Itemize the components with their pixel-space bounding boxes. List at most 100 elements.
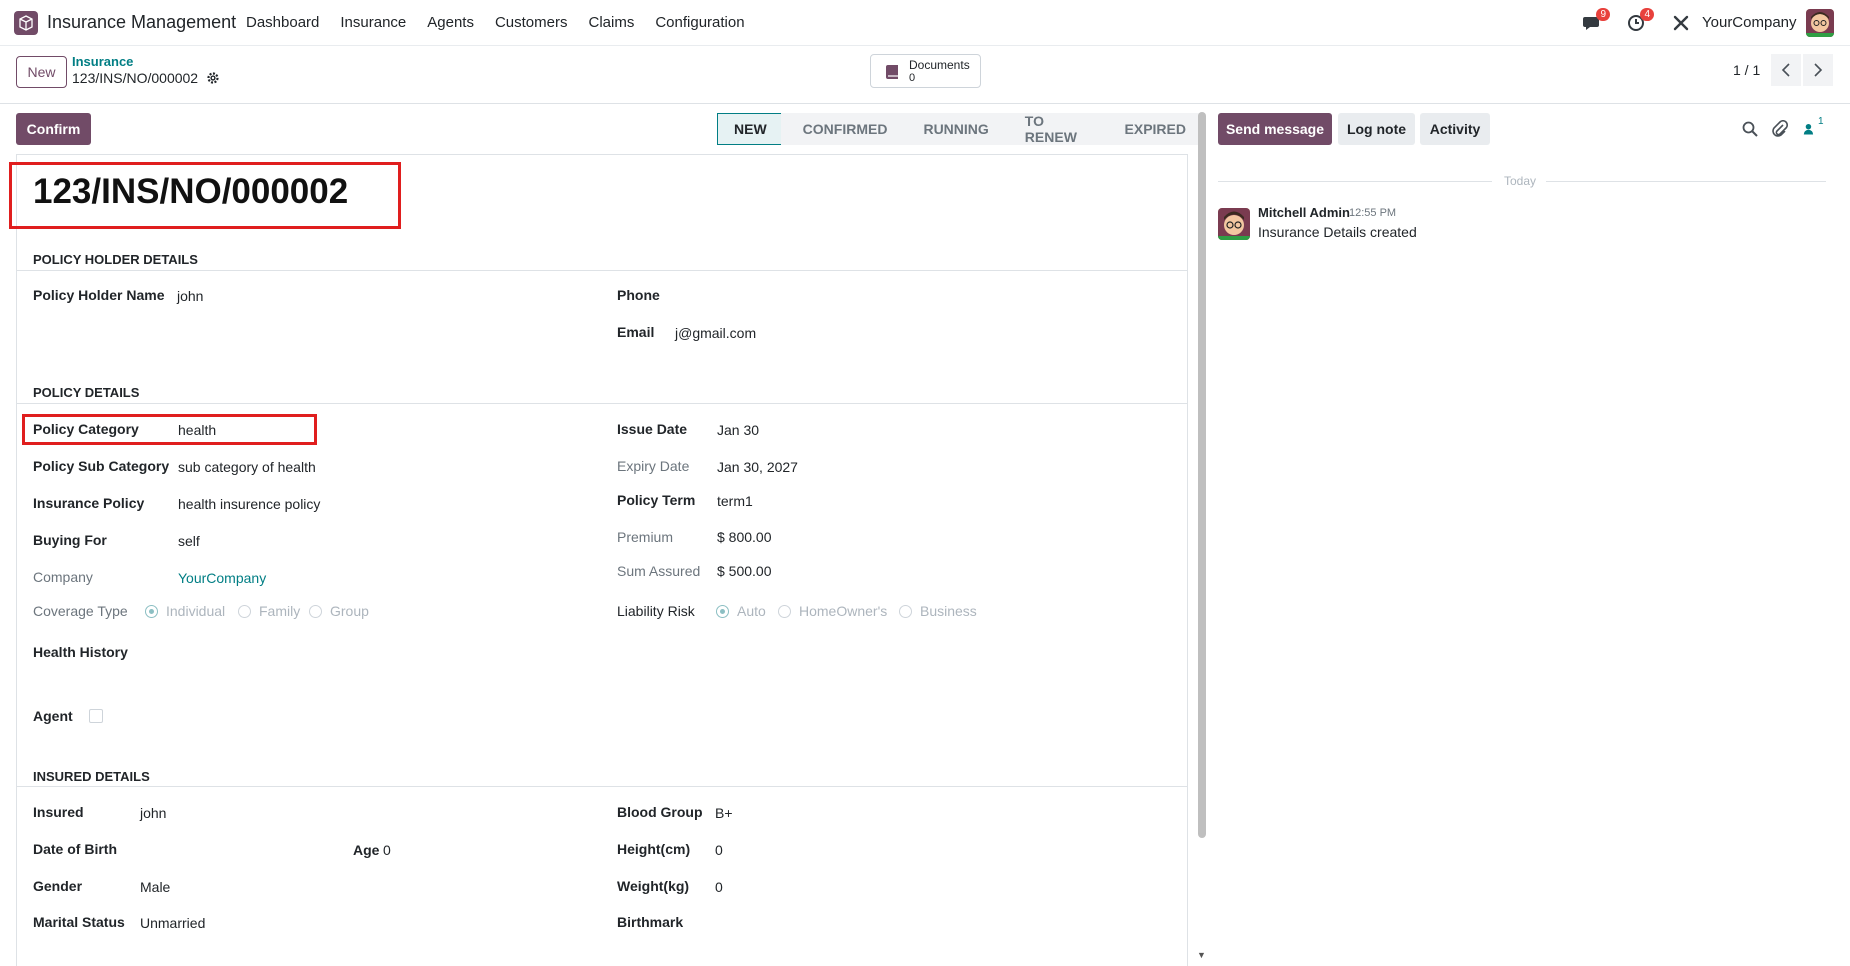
user-avatar[interactable] bbox=[1806, 9, 1834, 37]
stage-pipeline: NEW CONFIRMED RUNNING TO RENEW EXPIRED bbox=[717, 113, 1200, 145]
issue-date-label: Issue Date bbox=[617, 421, 688, 437]
pager-next-button[interactable] bbox=[1803, 54, 1833, 86]
insured-field[interactable]: john bbox=[140, 805, 166, 821]
menu-claims[interactable]: Claims bbox=[589, 14, 635, 31]
buying-for-label: Buying For bbox=[33, 532, 107, 548]
activities-icon[interactable]: 4 bbox=[1626, 8, 1654, 34]
tools-icon[interactable] bbox=[1670, 12, 1692, 34]
sum-assured-field[interactable]: $ 500.00 bbox=[717, 563, 772, 579]
policy-sub-category-field[interactable]: sub category of health bbox=[178, 459, 316, 475]
liability-auto-label[interactable]: Auto bbox=[737, 603, 766, 619]
height-field[interactable]: 0 bbox=[715, 842, 723, 858]
top-navbar: Insurance Management Dashboard Insurance… bbox=[0, 0, 1850, 46]
age-label: Age bbox=[353, 842, 380, 858]
premium-field[interactable]: $ 800.00 bbox=[717, 529, 772, 545]
date-divider-right bbox=[1546, 181, 1826, 182]
messages-icon[interactable]: 9 bbox=[1582, 8, 1610, 34]
confirm-button[interactable]: Confirm bbox=[16, 113, 91, 145]
liability-homeowners-radio[interactable] bbox=[778, 605, 791, 618]
weight-field[interactable]: 0 bbox=[715, 879, 723, 895]
weight-label: Weight(kg) bbox=[617, 878, 690, 894]
message-author[interactable]: Mitchell Admin bbox=[1258, 205, 1350, 220]
liability-homeowners-label[interactable]: HomeOwner's bbox=[799, 603, 887, 619]
pager-previous-button[interactable] bbox=[1771, 54, 1801, 86]
menu-dashboard[interactable]: Dashboard bbox=[246, 14, 319, 31]
menu-insurance[interactable]: Insurance bbox=[340, 14, 406, 31]
date-divider-left bbox=[1218, 181, 1492, 182]
health-history-label: Health History bbox=[33, 644, 128, 660]
stage-to-renew[interactable]: TO RENEW bbox=[1002, 113, 1103, 145]
documents-label: Documents bbox=[909, 58, 970, 72]
pager-value[interactable]: 1 / 1 bbox=[1733, 62, 1760, 78]
message-author-avatar[interactable] bbox=[1218, 208, 1250, 240]
liability-business-label[interactable]: Business bbox=[920, 603, 977, 619]
menu-customers[interactable]: Customers bbox=[495, 14, 568, 31]
coverage-family-label[interactable]: Family bbox=[259, 603, 300, 619]
company-field[interactable]: YourCompany bbox=[178, 570, 266, 586]
agent-checkbox[interactable] bbox=[89, 709, 103, 723]
expiry-date-label: Expiry Date bbox=[617, 458, 690, 474]
gender-label: Gender bbox=[33, 878, 83, 894]
coverage-group-radio[interactable] bbox=[309, 605, 322, 618]
app-name[interactable]: Insurance Management bbox=[47, 12, 236, 33]
birthmark-field[interactable] bbox=[715, 915, 915, 933]
app-icon[interactable] bbox=[14, 11, 38, 35]
book-icon bbox=[886, 65, 898, 79]
date-of-birth-field[interactable] bbox=[140, 842, 340, 860]
coverage-individual-radio[interactable] bbox=[145, 605, 158, 618]
company-switcher[interactable]: YourCompany bbox=[1702, 14, 1797, 31]
log-note-button[interactable]: Log note bbox=[1338, 113, 1415, 145]
issue-date-field[interactable]: Jan 30 bbox=[717, 422, 759, 438]
form-scrollbar[interactable] bbox=[1198, 112, 1206, 838]
phone-field[interactable] bbox=[675, 288, 875, 306]
marital-status-field[interactable]: Unmarried bbox=[140, 915, 205, 931]
insured-label: Insured bbox=[33, 804, 84, 820]
chevron-right-icon bbox=[1814, 63, 1823, 77]
phone-label: Phone bbox=[617, 287, 660, 303]
marital-status-label: Marital Status bbox=[33, 914, 125, 930]
blood-group-field[interactable]: B+ bbox=[715, 805, 733, 821]
birthmark-label: Birthmark bbox=[617, 914, 684, 930]
breadcrumb-current: 123/INS/NO/000002 bbox=[72, 70, 199, 86]
coverage-family-radio[interactable] bbox=[238, 605, 251, 618]
expiry-date-field[interactable]: Jan 30, 2027 bbox=[717, 459, 798, 475]
stage-new[interactable]: NEW bbox=[717, 113, 781, 145]
coverage-individual-label[interactable]: Individual bbox=[166, 603, 225, 619]
highlight-title-box bbox=[9, 162, 401, 229]
documents-count: 0 bbox=[909, 72, 916, 84]
main-menu: Dashboard Insurance Agents Customers Cla… bbox=[246, 14, 766, 31]
breadcrumb-parent[interactable]: Insurance bbox=[72, 54, 133, 69]
new-button[interactable]: New bbox=[16, 56, 67, 88]
menu-configuration[interactable]: Configuration bbox=[655, 14, 744, 31]
policy-holder-name-label: Policy Holder Name bbox=[33, 287, 165, 303]
search-icon[interactable] bbox=[1741, 120, 1759, 138]
scroll-down-icon[interactable]: ▼ bbox=[1197, 950, 1206, 960]
followers-icon[interactable]: 1 bbox=[1803, 116, 1824, 138]
premium-label: Premium bbox=[617, 529, 674, 545]
gender-field[interactable]: Male bbox=[140, 879, 170, 895]
liability-auto-radio[interactable] bbox=[716, 605, 729, 618]
gear-icon[interactable] bbox=[206, 71, 220, 85]
control-panel: New Insurance 123/INS/NO/000002 Document… bbox=[0, 46, 1850, 104]
paperclip-icon[interactable] bbox=[1771, 119, 1789, 138]
stage-confirmed[interactable]: CONFIRMED bbox=[780, 113, 902, 145]
buying-for-field[interactable]: self bbox=[178, 533, 200, 549]
menu-agents[interactable]: Agents bbox=[427, 14, 474, 31]
stage-running[interactable]: RUNNING bbox=[901, 113, 1003, 145]
policy-term-field[interactable]: term1 bbox=[717, 493, 753, 509]
status-bar: Confirm NEW CONFIRMED RUNNING TO RENEW E… bbox=[0, 104, 1200, 154]
liability-business-radio[interactable] bbox=[899, 605, 912, 618]
email-field[interactable]: j@gmail.com bbox=[675, 325, 756, 341]
policy-holder-name-field[interactable]: john bbox=[177, 288, 203, 304]
coverage-group-label[interactable]: Group bbox=[330, 603, 369, 619]
section-policy-holder: POLICY HOLDER DETAILS bbox=[33, 252, 198, 267]
insurance-policy-field[interactable]: health insurence policy bbox=[178, 496, 320, 512]
age-field[interactable]: 0 bbox=[383, 842, 391, 858]
section-policy-details: POLICY DETAILS bbox=[33, 385, 140, 400]
blood-group-label: Blood Group bbox=[617, 804, 703, 820]
insurance-policy-label: Insurance Policy bbox=[33, 495, 145, 511]
documents-button[interactable]: Documents 0 bbox=[870, 54, 981, 88]
activity-button[interactable]: Activity bbox=[1420, 113, 1490, 145]
send-message-button[interactable]: Send message bbox=[1218, 113, 1332, 145]
stage-expired[interactable]: EXPIRED bbox=[1102, 113, 1200, 145]
